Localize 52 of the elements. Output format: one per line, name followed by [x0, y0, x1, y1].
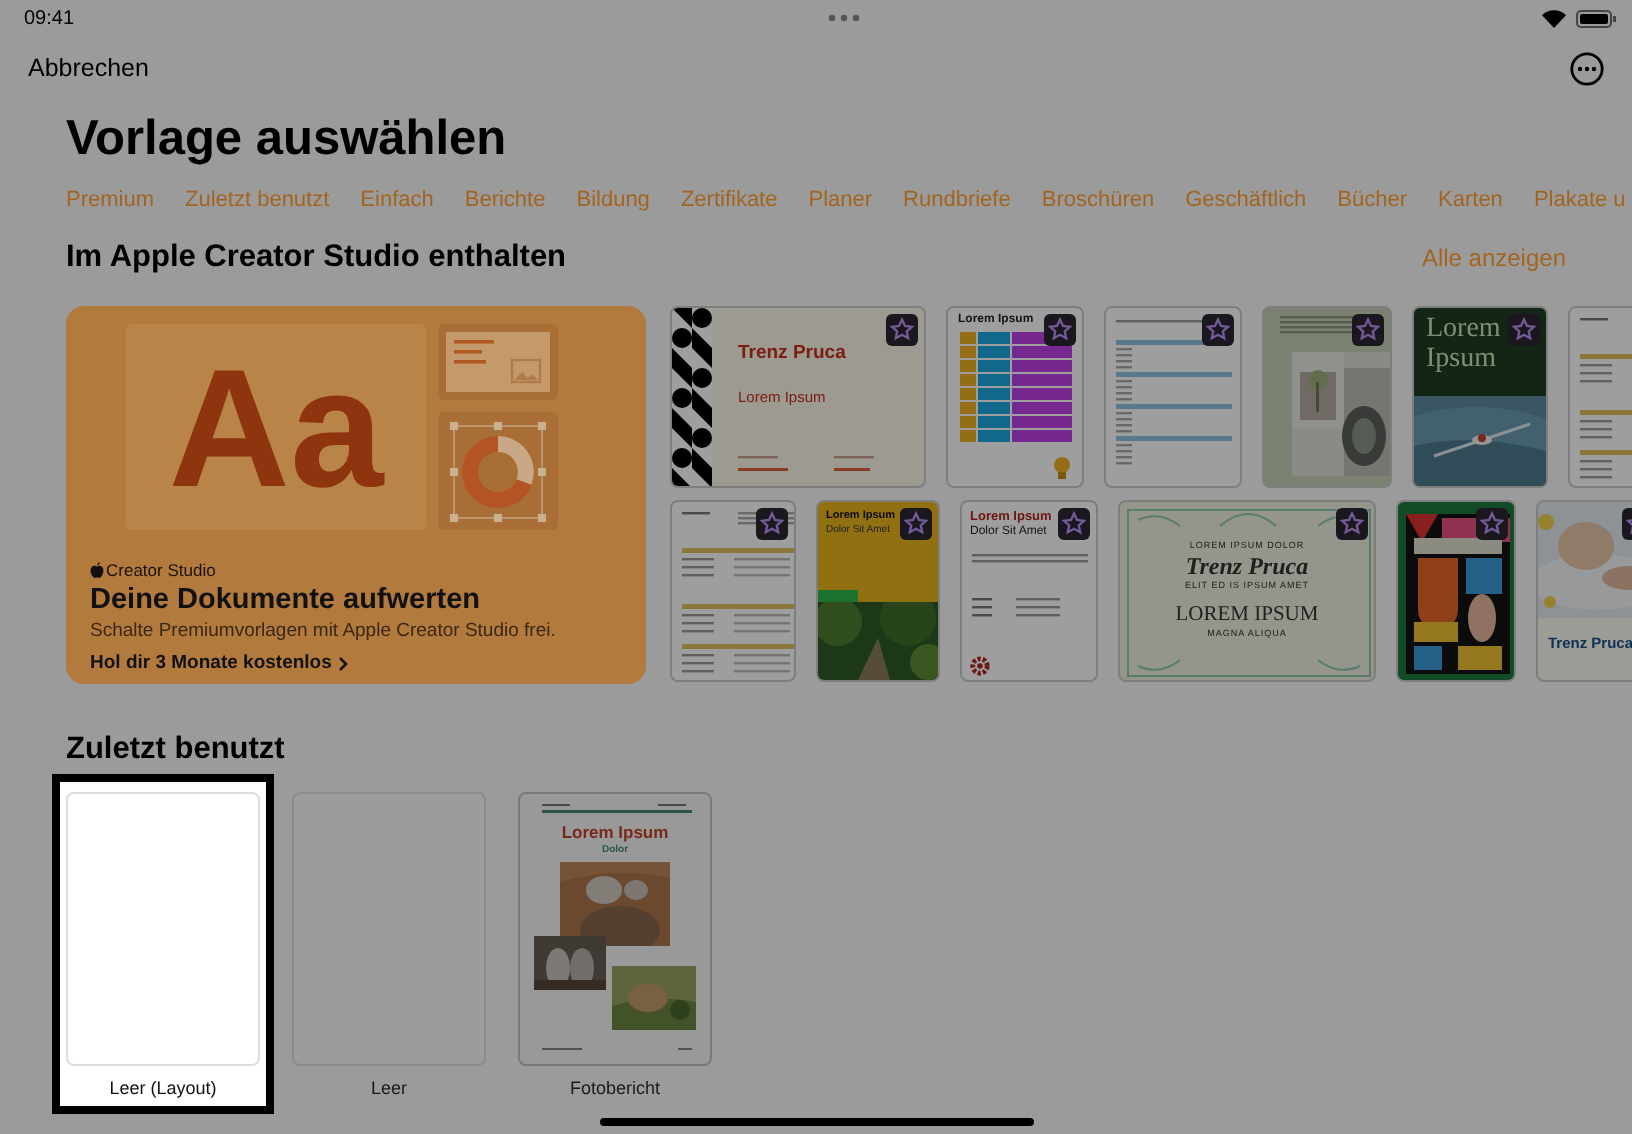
category-tab[interactable]: Plakate u [1533, 188, 1626, 212]
cancel-button[interactable]: Abbrechen [28, 50, 149, 86]
see-all-link[interactable]: Alle anzeigen [1421, 244, 1566, 272]
multitasking-dots-icon [828, 14, 861, 22]
category-tab[interactable]: Zertifikate [680, 188, 778, 212]
promo-text: Schalte Premiumvorlagen mit Apple Creator Studio frei. [90, 620, 558, 642]
template-thumbnail[interactable] [670, 500, 796, 682]
more-button-icon[interactable] [1570, 51, 1604, 85]
text-lines-drawing [1280, 316, 1356, 336]
battery-icon [1576, 9, 1616, 27]
category-tab[interactable]: Geschäftlich [1185, 188, 1307, 212]
category-tab[interactable]: Karten [1438, 188, 1503, 212]
lightbulb-icon [1052, 456, 1072, 480]
template-thumbnail[interactable] [1262, 306, 1392, 488]
document-name: Fotobericht [569, 1078, 661, 1098]
category-tab[interactable]: Zuletzt benutzt [185, 188, 330, 212]
promo-headline: Deine Dokumente aufwerten [90, 584, 482, 616]
table-drawing [960, 332, 1072, 444]
template-thumbnail[interactable] [1396, 500, 1516, 682]
certificate-name: Trenz Pruca [1185, 553, 1309, 581]
layout-card-drawing [438, 324, 558, 400]
certificate-title: LOREM IPSUM [1175, 604, 1319, 628]
trial-link[interactable]: Hol dir 3 Monate kostenlos [90, 652, 348, 674]
category-tab[interactable]: Berichte [464, 188, 546, 212]
gear-icon [970, 656, 990, 676]
donut-chart-drawing [438, 412, 558, 530]
promo-card[interactable]: Aa Creator Studio Deine Dokumente aufwerten Schalte Premiumvorlagen mit Apple Creator Studio frei. Hol dir 3 Monate kostenlos [66, 306, 646, 684]
apple-icon [90, 562, 104, 578]
category-tab[interactable]: Premium [66, 188, 155, 212]
document-name: Leer [370, 1078, 407, 1098]
template-title: Trenz Pruca [738, 342, 846, 364]
category-tab[interactable]: Bildung [576, 188, 650, 212]
category-tab[interactable]: Broschüren [1041, 188, 1155, 212]
page-title: Vorlage auswählen [64, 110, 509, 170]
category-tab[interactable]: Einfach [360, 188, 434, 212]
recent-document-card[interactable]: Leer [278, 774, 500, 1114]
chevron-icon [337, 655, 348, 671]
recent-document-card[interactable]: Leer (Layout) [52, 774, 274, 1114]
category-tab[interactable]: Planer [808, 188, 873, 212]
artwork-letters: Aa [126, 324, 426, 530]
promo-brand: Creator Studio [106, 560, 216, 580]
document-title: Lorem Ipsum [559, 822, 671, 842]
category-tab[interactable]: Rundbriefe [903, 188, 1011, 212]
status-time: 09:41 [24, 7, 75, 29]
document-name: Leer (Layout) [109, 1078, 217, 1098]
category-tab[interactable]: Bücher [1337, 188, 1408, 212]
section-title: Im Apple Creator Studio enthalten [66, 240, 567, 276]
wifi-icon [1542, 9, 1566, 27]
template-thumbnail[interactable]: Lorem Ipsum [1412, 306, 1548, 488]
template-title: Lorem Ipsum [1426, 316, 1503, 375]
section-title: Zuletzt benutzt [64, 730, 287, 770]
template-thumbnail[interactable] [1104, 306, 1242, 488]
